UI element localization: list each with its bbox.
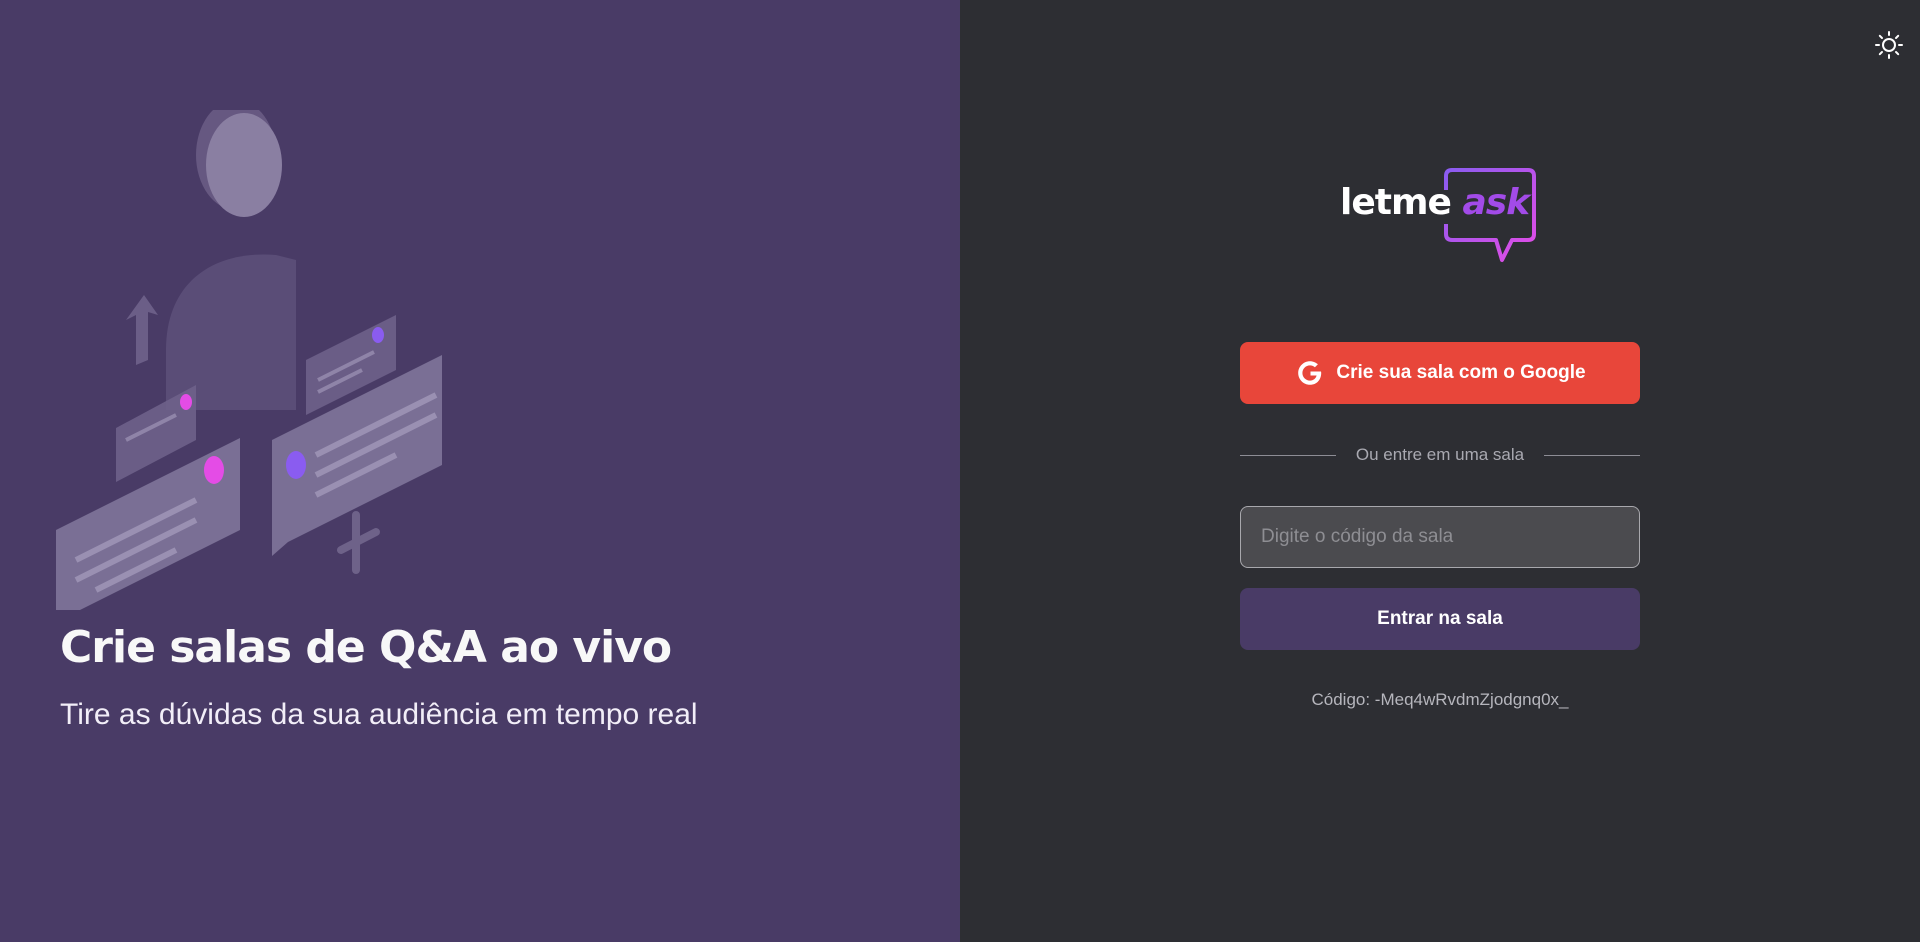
google-icon bbox=[1294, 357, 1326, 389]
create-room-google-button[interactable]: Crie sua sala com o Google bbox=[1240, 342, 1640, 404]
hero-subtitle: Tire as dúvidas da sua audiência em temp… bbox=[60, 698, 698, 731]
enter-room-label: Entrar na sala bbox=[1377, 608, 1503, 629]
room-code-input[interactable] bbox=[1240, 506, 1640, 568]
room-code-display: Código: -Meq4wRvdmZjodgnq0x_ bbox=[1311, 690, 1569, 709]
logo-ask: ask bbox=[1462, 182, 1530, 223]
separator-line-right bbox=[1544, 454, 1641, 456]
separator-label: Ou entre em uma sala bbox=[1355, 445, 1525, 464]
separator: Ou entre em uma sala bbox=[1240, 443, 1641, 467]
logo-text: letme ask bbox=[1340, 182, 1530, 223]
hero-title: Crie salas de Q&A ao vivo bbox=[60, 622, 672, 673]
logo-letme: letme bbox=[1340, 182, 1452, 223]
theme-toggle-button[interactable] bbox=[1872, 28, 1906, 62]
google-button-label: Crie sua sala com o Google bbox=[1336, 362, 1586, 383]
separator-line-left bbox=[1240, 454, 1336, 456]
sun-icon bbox=[1875, 31, 1903, 59]
letmeask-logo: letme ask bbox=[1340, 168, 1540, 262]
auth-panel: letme ask Crie sua sala com o Google Ou … bbox=[960, 0, 1920, 942]
qa-illustration bbox=[56, 110, 442, 610]
hero-panel: Crie salas de Q&A ao vivo Tire as dúvida… bbox=[0, 0, 960, 942]
enter-room-button[interactable]: Entrar na sala bbox=[1240, 588, 1640, 650]
